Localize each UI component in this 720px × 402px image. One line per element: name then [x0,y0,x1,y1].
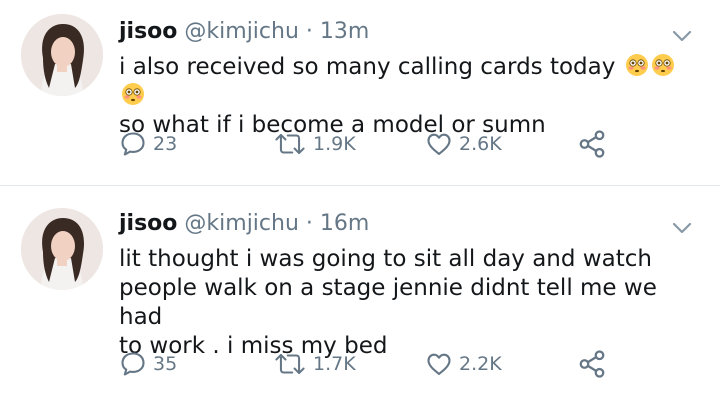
share-button[interactable] [577,128,607,160]
user-handle[interactable]: @kimjichu [184,19,299,44]
like-count: 2.2K [459,353,502,375]
flushed-face-icon [625,54,648,76]
reply-count: 35 [153,353,178,375]
share-icon [579,130,605,158]
tweet[interactable]: jisoo @kimjichu · 13m i also received so… [0,0,720,186]
reply-count: 23 [153,133,178,155]
flushed-face-icon [122,83,144,105]
retweet-button[interactable]: 1.7K [273,348,356,380]
flushed-face-icon [651,54,674,76]
chevron-down-icon[interactable] [670,216,694,240]
timestamp[interactable]: 13m [320,19,369,44]
like-count: 2.6K [459,133,502,155]
tweet-text: i also received so many calling cards to… [119,53,700,140]
like-button[interactable]: 2.2K [425,348,502,380]
reply-button[interactable]: 35 [119,348,177,380]
tweet-text-line: people walk on a stage jennie didnt tell… [119,275,657,330]
heart-icon [427,133,451,155]
timestamp[interactable]: 16m [320,211,369,236]
heart-icon [427,353,451,375]
reply-icon [121,132,145,156]
avatar[interactable] [21,208,103,290]
retweet-icon [275,133,305,155]
separator-dot: · [305,211,313,236]
tweet-actions: 35 1.7K 2.2K [119,348,619,380]
tweet-header: jisoo @kimjichu · 13m [119,17,700,47]
separator-dot: · [305,19,313,44]
tweet-text: lit thought i was going to sit all day a… [119,245,700,361]
tweet-actions: 23 1.9K 2.6K [119,128,619,160]
display-name[interactable]: jisoo [119,211,177,236]
share-icon [579,350,605,378]
like-button[interactable]: 2.6K [425,128,502,160]
tweet-text-line: lit thought i was going to sit all day a… [119,246,652,272]
retweet-icon [275,353,305,375]
retweet-count: 1.7K [313,353,356,375]
tweet[interactable]: jisoo @kimjichu · 16m lit thought i was … [0,186,720,402]
avatar[interactable] [21,14,103,96]
reply-icon [121,352,145,376]
user-handle[interactable]: @kimjichu [184,211,299,236]
share-button[interactable] [577,348,607,380]
reply-button[interactable]: 23 [119,128,177,160]
display-name[interactable]: jisoo [119,19,177,44]
tweet-header: jisoo @kimjichu · 16m [119,209,700,239]
chevron-down-icon[interactable] [670,24,694,48]
retweet-count: 1.9K [313,133,356,155]
tweet-text-line: i also received so many calling cards to… [119,54,616,80]
retweet-button[interactable]: 1.9K [273,128,356,160]
